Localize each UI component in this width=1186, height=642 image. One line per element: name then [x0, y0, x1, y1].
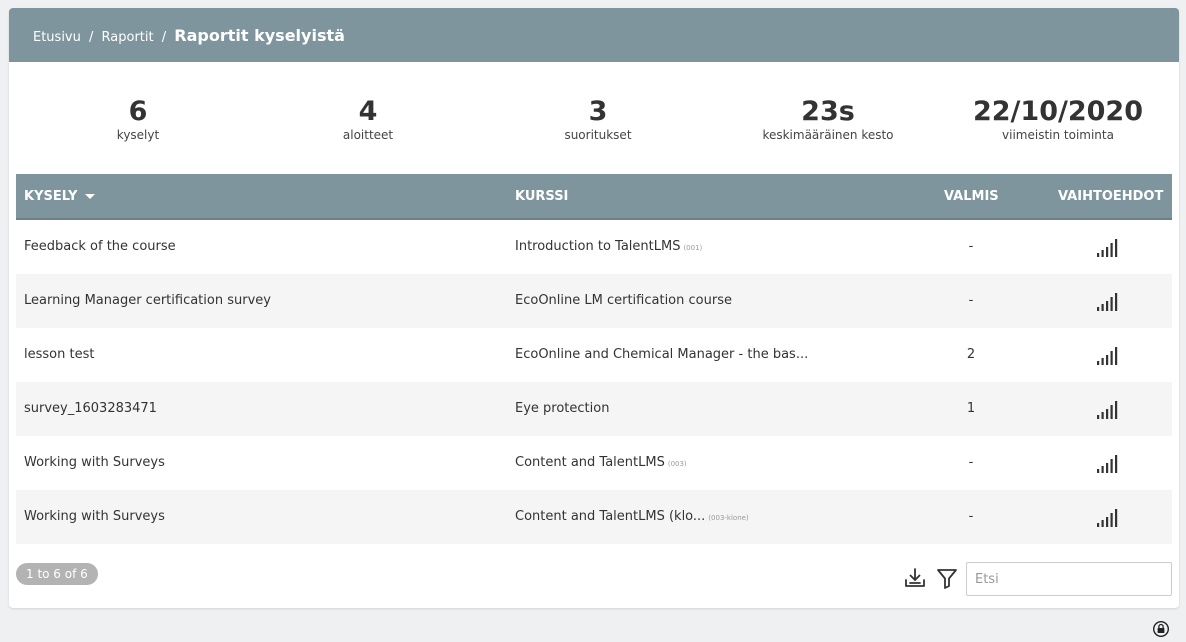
course-name-cell: EcoOnline LM certification course [515, 293, 735, 308]
completed-count: - [968, 455, 974, 470]
breadcrumb-reports-link[interactable]: Raportit [102, 30, 154, 45]
reports-panel: Etusivu / Raportit / Raportit kyselyistä… [9, 8, 1179, 608]
breadcrumb: Etusivu / Raportit / Raportit kyselyistä [33, 26, 345, 45]
page-header: Etusivu / Raportit / Raportit kyselyistä [9, 8, 1179, 62]
table-row: Working with Surveys Content and TalentL… [16, 490, 1172, 544]
pagination-info: 1 to 6 of 6 [16, 563, 98, 585]
course-name[interactable]: Eye protection [515, 401, 609, 416]
stat-value: 6 [128, 96, 148, 127]
table-row: Feedback of the course Introduction to T… [16, 220, 1172, 274]
completed-count: - [968, 509, 974, 524]
table-row: lesson test EcoOnline and Chemical Manag… [16, 328, 1172, 382]
completed-count: 1 [966, 401, 976, 416]
stat-starts: 4 aloitteet [268, 96, 468, 142]
survey-name[interactable]: Working with Surveys [24, 455, 165, 470]
signal-bars-icon [1097, 293, 1118, 311]
survey-name[interactable]: survey_1603283471 [24, 401, 157, 416]
course-name-cell: Introduction to TalentLMS (001) [515, 239, 702, 254]
table-header: KYSELY KURSSI VALMIS VAIHTOEHDOT [16, 174, 1172, 220]
download-icon [905, 568, 925, 587]
course-name[interactable]: Content and TalentLMS [515, 455, 665, 470]
sort-desc-icon [85, 194, 96, 199]
stat-value: 3 [588, 96, 608, 127]
course-name-cell: Eye protection [515, 401, 612, 416]
filter-icon [937, 569, 957, 589]
column-header-done[interactable]: VALMIS [944, 189, 999, 204]
breadcrumb-separator: / [161, 29, 167, 45]
search-input[interactable] [966, 562, 1172, 596]
stat-label: viimeistin toiminta [1002, 128, 1114, 142]
course-code: (003) [667, 460, 687, 468]
table-row: survey_1603283471 Eye protection 1 [16, 382, 1172, 436]
stat-completions: 3 suoritukset [498, 96, 698, 142]
report-options-button[interactable] [1096, 453, 1120, 479]
course-name[interactable]: Content and TalentLMS (klo... [515, 509, 705, 524]
lock-icon [1152, 620, 1170, 638]
stat-label: keskimääräinen kesto [762, 128, 894, 142]
course-name-cell: Content and TalentLMS (klo... (003-klone) [515, 509, 749, 524]
filter-button[interactable] [935, 566, 959, 594]
summary-stats: 6 kyselyt 4 aloitteet 3 suoritukset 23s … [9, 96, 1179, 156]
course-name[interactable]: EcoOnline LM certification course [515, 293, 732, 308]
table-row: Learning Manager certification survey Ec… [16, 274, 1172, 328]
column-header-survey[interactable]: KYSELY [24, 189, 96, 204]
report-options-button[interactable] [1096, 237, 1120, 263]
completed-count: - [968, 293, 974, 308]
course-name[interactable]: EcoOnline and Chemical Manager - the bas… [515, 347, 808, 362]
stat-last-activity: 22/10/2020 viimeistin toiminta [958, 96, 1158, 142]
stat-label: suoritukset [564, 128, 632, 142]
stat-value: 22/10/2020 [972, 96, 1143, 127]
completed-count: 2 [966, 347, 976, 362]
report-options-button[interactable] [1096, 291, 1120, 317]
breadcrumb-separator: / [89, 29, 94, 45]
column-header-options: VAIHTOEHDOT [1058, 189, 1164, 204]
survey-reports-table: KYSELY KURSSI VALMIS VAIHTOEHDOT Feedbac… [16, 174, 1172, 544]
report-options-button[interactable] [1096, 345, 1120, 371]
column-header-course[interactable]: KURSSI [515, 189, 568, 204]
course-name-cell: Content and TalentLMS (003) [515, 455, 687, 470]
course-name-cell: EcoOnline and Chemical Manager - the bas… [515, 347, 811, 362]
report-options-button[interactable] [1096, 399, 1120, 425]
breadcrumb-home-link[interactable]: Etusivu [33, 30, 81, 45]
stat-surveys: 6 kyselyt [38, 96, 238, 142]
stat-label: kyselyt [116, 128, 160, 142]
signal-bars-icon [1097, 239, 1118, 257]
download-button[interactable] [903, 566, 927, 594]
stat-average-duration: 23s keskimääräinen kesto [728, 96, 928, 142]
survey-name[interactable]: Feedback of the course [24, 239, 176, 254]
lock-button[interactable] [1152, 620, 1170, 641]
stat-value: 4 [358, 96, 378, 127]
table-row: Working with Surveys Content and TalentL… [16, 436, 1172, 490]
survey-name[interactable]: Working with Surveys [24, 509, 165, 524]
survey-name[interactable]: Learning Manager certification survey [24, 293, 271, 308]
report-options-button[interactable] [1096, 507, 1120, 533]
course-code: (001) [683, 244, 703, 252]
page-title: Raportit kyselyistä [174, 25, 345, 45]
stat-value: 23s [801, 96, 855, 127]
course-name[interactable]: Introduction to TalentLMS [515, 239, 680, 254]
signal-bars-icon [1097, 509, 1118, 527]
column-header-label: KYSELY [24, 189, 78, 204]
signal-bars-icon [1097, 455, 1118, 473]
survey-name[interactable]: lesson test [24, 347, 94, 362]
course-code: (003-klone) [708, 514, 749, 522]
signal-bars-icon [1097, 347, 1118, 365]
stat-label: aloitteet [342, 128, 394, 142]
signal-bars-icon [1097, 401, 1118, 419]
completed-count: - [968, 239, 974, 254]
